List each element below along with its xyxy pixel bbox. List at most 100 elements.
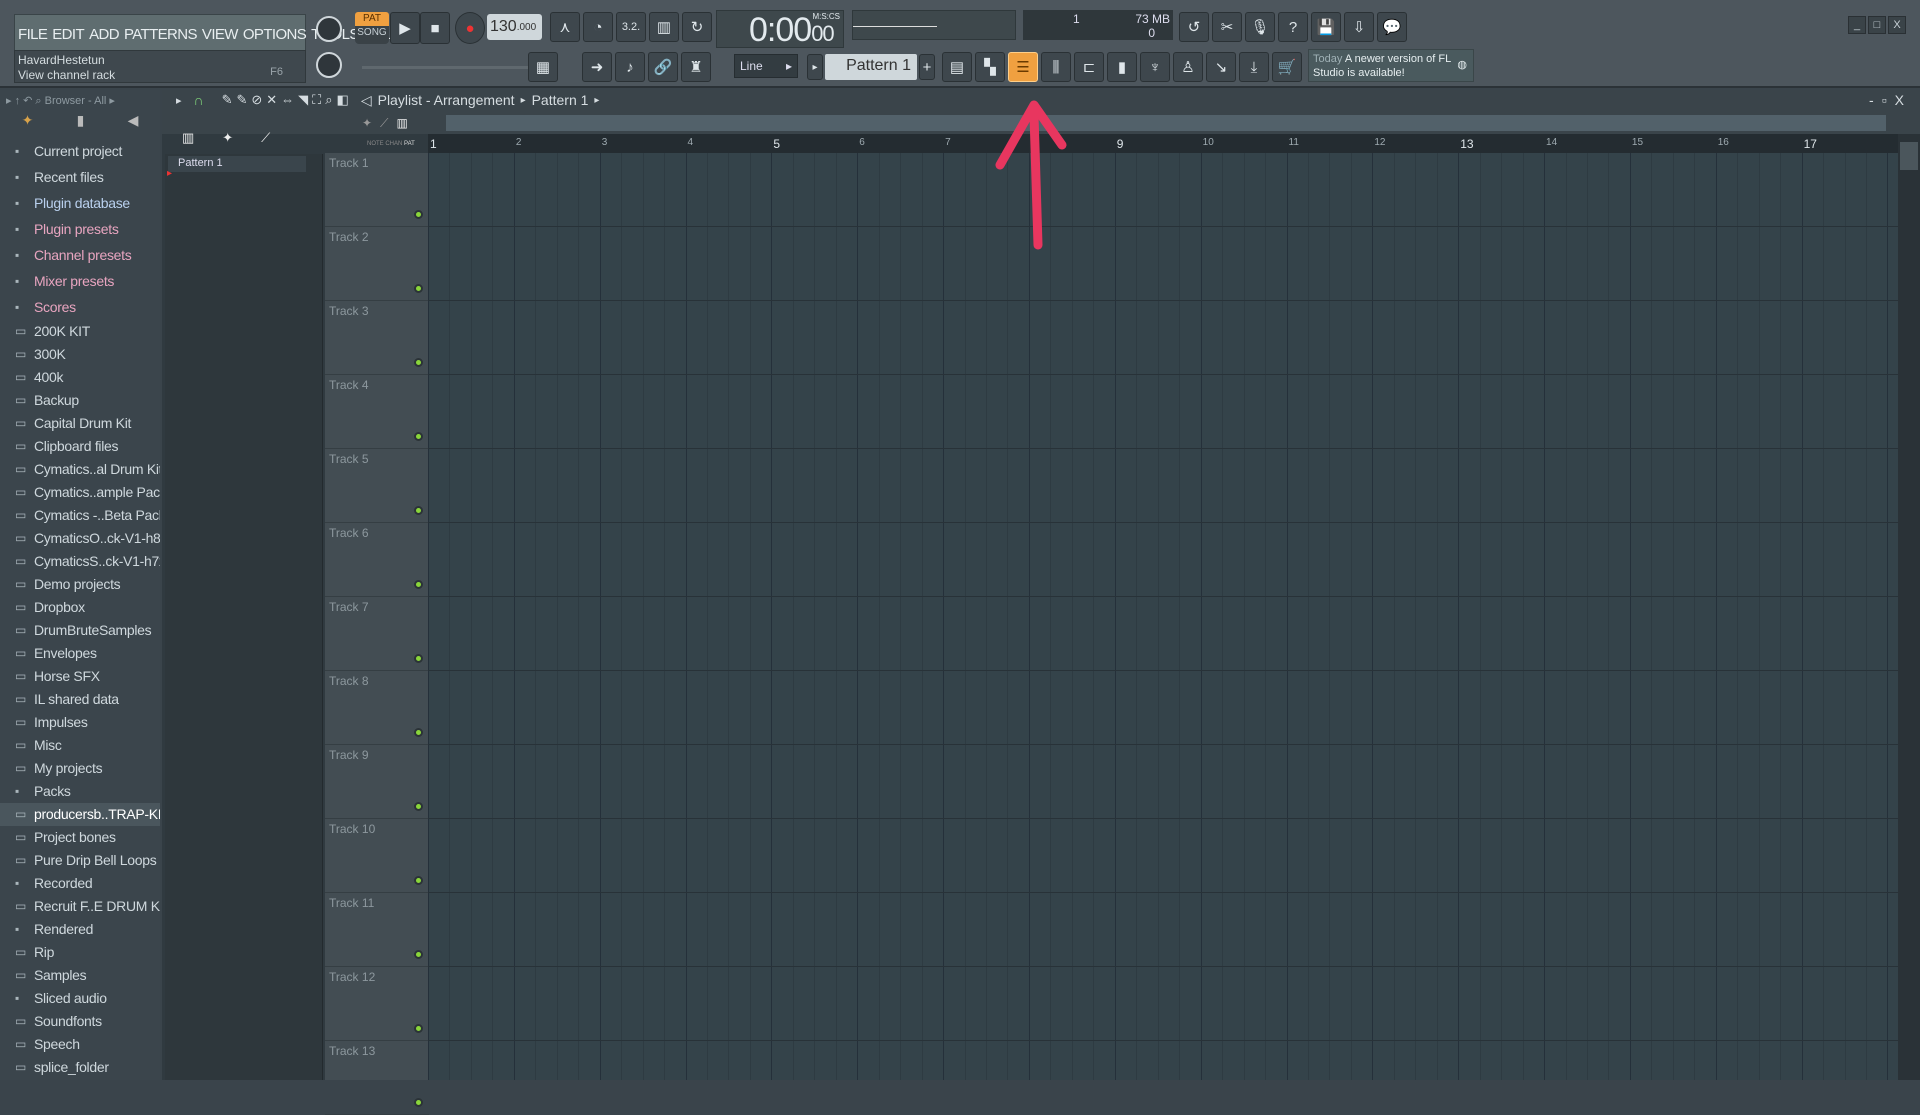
browser-nav-icons[interactable]: ▸ ↑ ↶ ⌕ [6,95,45,107]
browser-item[interactable]: ▪ Channel presets [0,242,160,268]
browser-item[interactable]: ▭ Cymatics..al Drum Kit [0,458,160,481]
menu-add[interactable]: ADD [89,26,119,43]
track-enable-toggle[interactable] [414,1024,423,1033]
browser-item[interactable]: ▭ Envelopes [0,642,160,665]
browser-item[interactable]: ▭ Backup [0,389,160,412]
close-button[interactable]: X [1888,16,1906,34]
track-header[interactable]: Track 12 [325,967,429,1041]
track-header[interactable]: Track 13 [325,1041,429,1115]
multilink-button[interactable]: 🔗 [648,52,678,82]
step-edit-arrow-button[interactable]: ➜ [582,52,612,82]
plugin-button[interactable]: ♆ [1140,52,1170,82]
help-button[interactable]: ? [1278,12,1308,42]
browser-item[interactable]: ▭ 300K [0,343,160,366]
loop-record-button[interactable]: ↻ [682,12,712,42]
browser-item[interactable]: ▭ My projects [0,757,160,780]
record-button[interactable]: ● [455,12,485,44]
browser-item[interactable]: ▪ Current project [0,138,160,164]
track-enable-toggle[interactable] [414,506,423,515]
browser-toggle-button[interactable]: ⊏ [1074,52,1104,82]
news-panel[interactable]: Today A newer version of FL Studio is av… [1308,49,1474,82]
browser-item[interactable]: ▭ Speech [0,1033,160,1056]
browser-item[interactable]: ▭ Dropbox [0,596,160,619]
browser-item[interactable]: ▭ Pure Drip Bell Loops [0,849,160,872]
step-sequencer-button[interactable]: ▚ [975,52,1005,82]
magnet-snap-icon[interactable]: ∩ [194,92,204,108]
track-header[interactable]: Track 3 [325,301,429,375]
timeline-ruler[interactable]: 1 2 3 4 5 6 7 8 9 10 11 12 13 14 15 16 17 [428,134,1900,153]
play-button[interactable]: ▶ [390,12,420,44]
pattern-item[interactable]: Pattern 1 [168,156,306,172]
mode-chan[interactable]: CHAN [385,141,402,147]
countdown-button[interactable]: 3.2. [616,12,646,42]
browser-item[interactable]: ▭ Cymatics..ample Pack [0,481,160,504]
playlist-window-controls[interactable]: -▫X [1869,92,1912,108]
menu-edit[interactable]: EDIT [52,26,84,43]
midi-knob-button[interactable]: ♜ [681,52,711,82]
browser-item[interactable]: ▭ Demo projects [0,573,160,596]
browser-item[interactable]: ▭ Horse SFX [0,665,160,688]
menu-file[interactable]: FILE [18,26,48,43]
arrangement-grid[interactable] [428,153,1900,1080]
browser-item[interactable]: ▭ Clipboard files [0,435,160,458]
master-volume-knob[interactable] [316,16,342,42]
browser-item[interactable]: ▭ Samples [0,964,160,987]
track-enable-toggle[interactable] [414,432,423,441]
undo-button[interactable]: ↺ [1179,12,1209,42]
browser-item[interactable]: ▪ Mixer presets [0,268,160,294]
browser-item[interactable]: ▭ DrumBruteSamples [0,619,160,642]
plugin-filter-icon[interactable]: ◀ [128,112,139,134]
browser-item[interactable]: ▪ Plugin presets [0,216,160,242]
save-button[interactable]: 💾 [1311,12,1341,42]
browser-item[interactable]: ▭ Cymatics -..Beta Pack [0,504,160,527]
wait-input-button[interactable]: ◔ [583,12,613,42]
browser-item[interactable]: ▭ CymaticsS..ck-V1-h7x [0,550,160,573]
project-files-button[interactable]: ▮ [1107,52,1137,82]
track-header[interactable]: Track 4 [325,375,429,449]
playlist-menu-arrow[interactable]: ▸ [176,94,182,107]
time-display[interactable]: 0:0000 M:S:CS [716,10,844,49]
browser-item[interactable]: ▪ Recent files [0,164,160,190]
track-enable-toggle[interactable] [414,1098,423,1107]
track-header[interactable]: Track 7 [325,597,429,671]
download-button[interactable]: ⤓ [1239,52,1269,82]
menu-view[interactable]: VIEW [202,26,239,43]
browser-item[interactable]: ▪ Scores [0,294,160,320]
pattern-selector[interactable]: Pattern 1 [825,54,917,80]
playlist-pattern[interactable]: Pattern 1 [532,92,589,108]
track-enable-toggle[interactable] [414,876,423,885]
record-audio-button[interactable]: 🎙 [1245,12,1275,42]
browser-item[interactable]: ▪ Recorded [0,872,160,895]
horizontal-scrollbar[interactable] [446,115,1886,131]
pattern-prev-button[interactable]: ▸ [807,54,823,80]
export-button[interactable]: ⇩ [1344,12,1374,42]
track-header[interactable]: Track 6 [325,523,429,597]
add-pattern-button[interactable]: + [919,54,935,80]
browser-item[interactable]: ▭ 200K KIT [0,320,160,343]
browser-item[interactable]: ▭ Project bones [0,826,160,849]
track-header[interactable]: Track 11 [325,893,429,967]
browser-item[interactable]: ▭ Soundfonts [0,1010,160,1033]
snap-select[interactable]: Line ▸ [734,54,798,78]
tool-icons[interactable]: ✎✎⊘✕⇔◥⛶⌕◧ [222,92,353,108]
menu-patterns[interactable]: PATTERNS [124,26,198,43]
playlist-button[interactable]: ▤ [942,52,972,82]
browser-item[interactable]: ▭ 400k [0,366,160,389]
metronome-button[interactable]: ⋏ [550,12,580,42]
track-enable-toggle[interactable] [414,210,423,219]
audio-filter-icon[interactable]: ✦ [22,112,34,134]
browser-item[interactable]: ▪ Sliced audio [0,987,160,1010]
track-enable-toggle[interactable] [414,580,423,589]
browser-item[interactable]: ▭ Impulses [0,711,160,734]
browser-item[interactable]: ▭ Rip [0,941,160,964]
track-enable-toggle[interactable] [414,802,423,811]
browser-item[interactable]: ▭ Misc [0,734,160,757]
tempo-display[interactable]: 130.000 [487,14,542,40]
stop-button[interactable]: ■ [420,12,450,44]
menu-options[interactable]: OPTIONS [243,26,307,43]
browser-item[interactable]: ▭ CymaticsO..ck-V1-h8n [0,527,160,550]
touch-controller-button[interactable]: ♙ [1173,52,1203,82]
vertical-scrollbar[interactable] [1898,134,1920,1080]
pattern-record-button[interactable]: ♪ [615,52,645,82]
mode-icons[interactable]: ✦⟋▥ [362,116,416,131]
